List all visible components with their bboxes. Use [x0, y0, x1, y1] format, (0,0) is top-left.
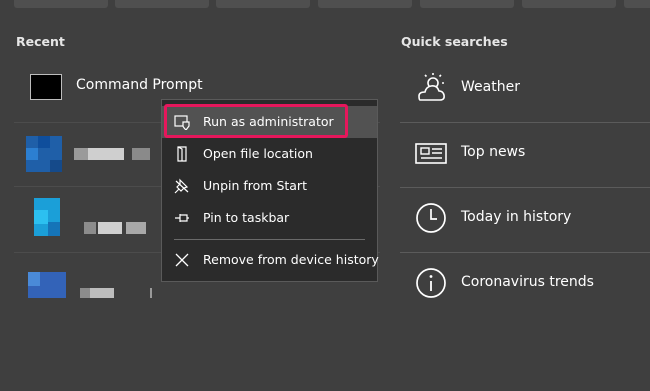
close-icon [175, 253, 189, 267]
blurred-text [74, 148, 88, 160]
menu-item-open-file-location[interactable]: Open file location [162, 138, 377, 170]
news-icon [415, 143, 447, 164]
top-tile-6[interactable] [522, 0, 616, 8]
quick-search-weather[interactable]: Weather [400, 58, 650, 122]
blurred-text [90, 288, 114, 298]
blurred-text [126, 222, 146, 234]
top-tile-4[interactable] [318, 0, 412, 8]
file-location-icon [177, 146, 187, 162]
menu-item-remove-from-device-history[interactable]: Remove from device history [162, 244, 379, 276]
recent-item-label: Command Prompt [76, 77, 203, 93]
blurred-text [80, 288, 90, 298]
blurred-text [150, 288, 152, 298]
pin-icon [175, 214, 189, 222]
pixel-block [26, 148, 38, 160]
menu-item-pin-to-taskbar[interactable]: Pin to taskbar [162, 202, 377, 234]
menu-item-label: Open file location [203, 146, 313, 161]
pixel-block [34, 210, 48, 224]
blurred-text [98, 222, 122, 234]
quick-search-label: Coronavirus trends [461, 274, 594, 290]
info-icon [416, 268, 446, 298]
quick-search-today-in-history[interactable]: Today in history [400, 188, 650, 252]
pixel-block [50, 160, 62, 172]
quick-search-top-news[interactable]: Top news [400, 123, 650, 187]
top-tile-5[interactable] [420, 0, 514, 8]
menu-separator [174, 239, 365, 240]
quick-search-coronavirus-trends[interactable]: Coronavirus trends [400, 253, 650, 317]
top-tile-3[interactable] [216, 0, 310, 8]
quick-search-label: Today in history [461, 209, 572, 225]
clock-icon [416, 203, 446, 233]
blurred-text [84, 222, 96, 234]
menu-item-label: Pin to taskbar [203, 210, 290, 225]
quick-searches-heading: Quick searches [401, 34, 508, 49]
menu-item-label: Remove from device history [203, 252, 379, 267]
top-tile-7[interactable] [624, 0, 650, 8]
quick-search-label: Top news [461, 144, 526, 160]
top-tile-1[interactable] [14, 0, 108, 8]
pixel-block [48, 222, 60, 236]
command-prompt-icon [30, 74, 62, 100]
quick-search-label: Weather [461, 79, 520, 95]
weather-icon [418, 73, 445, 101]
unpin-icon [174, 178, 189, 194]
menu-item-label: Unpin from Start [203, 178, 307, 193]
blurred-text [88, 148, 124, 160]
top-tile-2[interactable] [115, 0, 209, 8]
highlight-box [164, 104, 348, 138]
recent-heading: Recent [16, 34, 65, 49]
menu-item-unpin-from-start[interactable]: Unpin from Start [162, 170, 377, 202]
blurred-text [132, 148, 150, 160]
pixel-block [38, 136, 50, 148]
pixel-block [28, 272, 40, 286]
